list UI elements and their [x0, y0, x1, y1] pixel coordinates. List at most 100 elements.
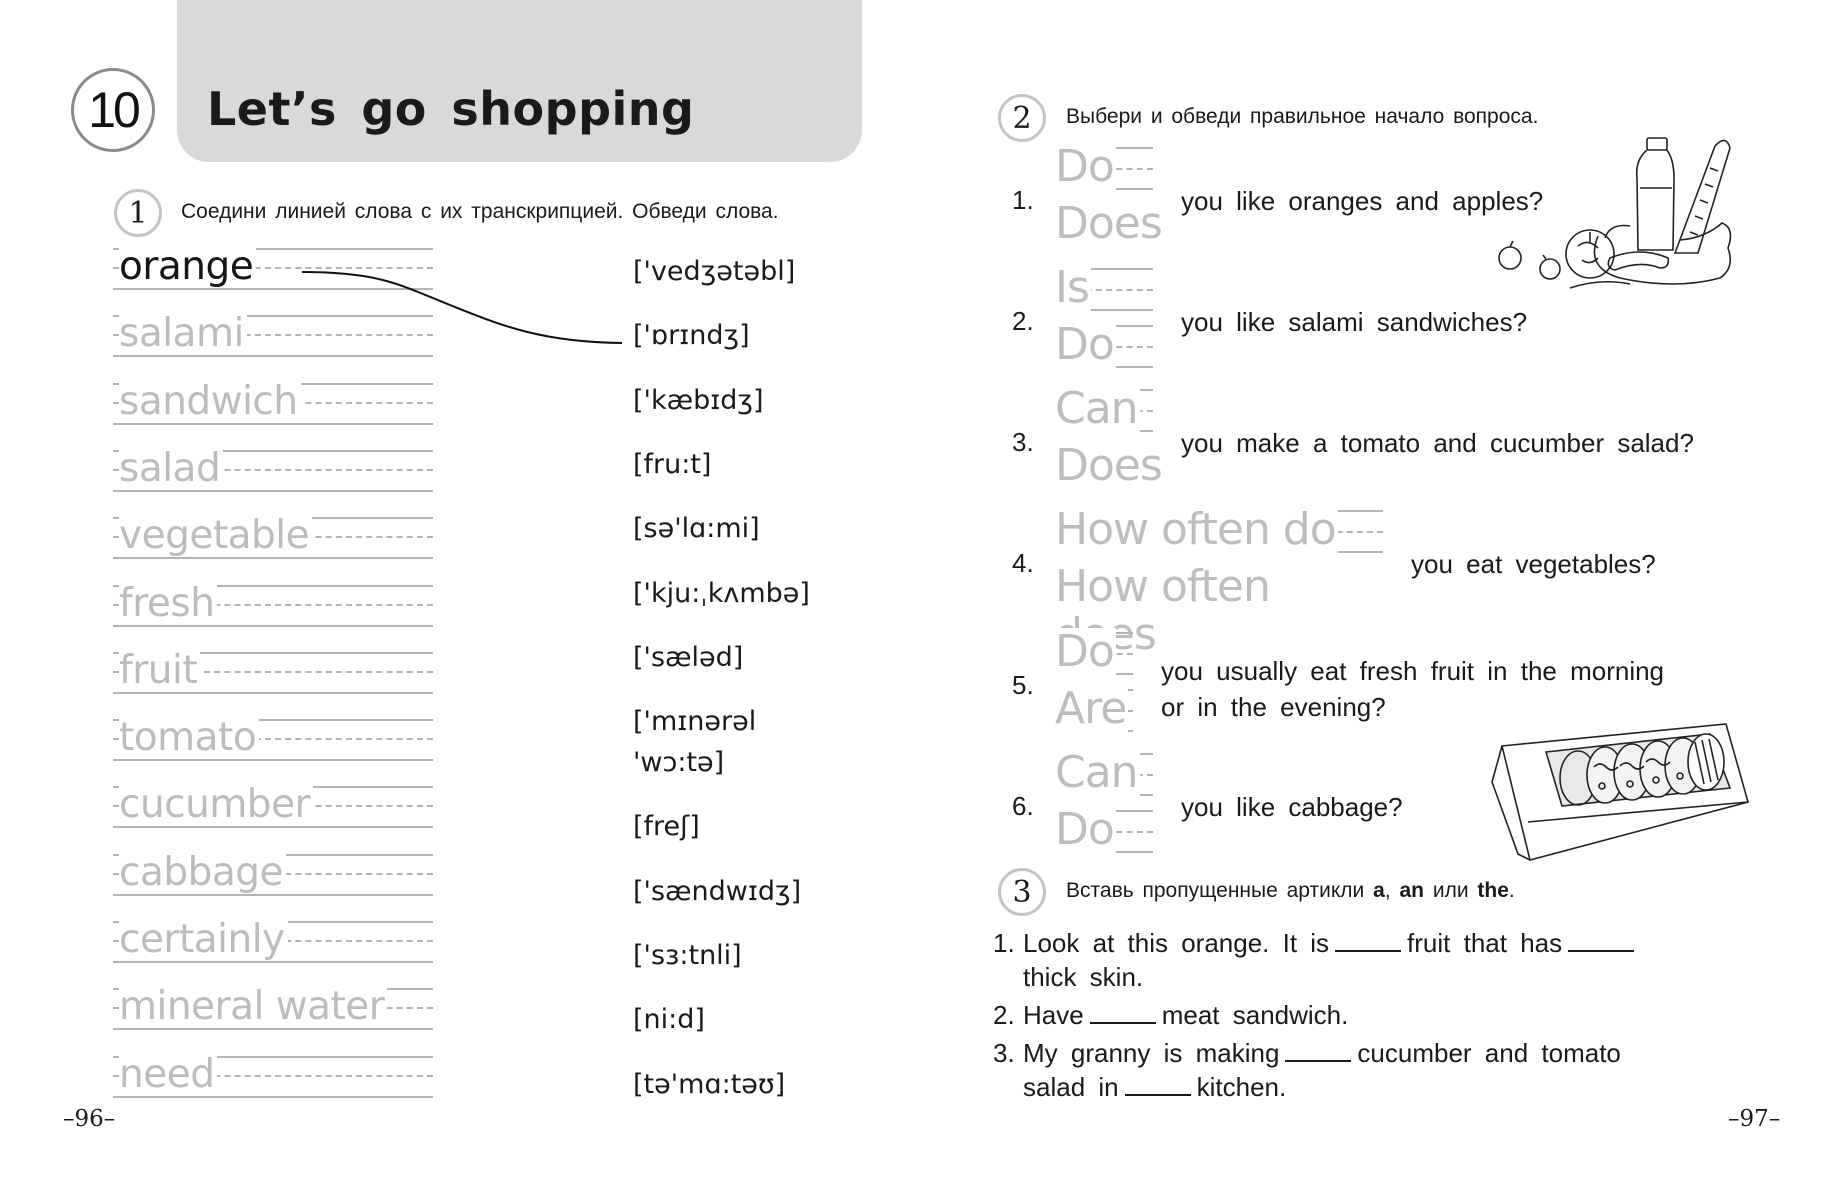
- trace-word[interactable]: fruit: [119, 649, 201, 692]
- question-text: you like salami sandwiches?: [1181, 307, 1528, 337]
- question-text: you like cabbage?: [1181, 792, 1403, 822]
- answer-blank[interactable]: [1568, 932, 1635, 952]
- trace-word[interactable]: salad: [119, 447, 224, 490]
- word-row[interactable]: tomato: [113, 717, 433, 762]
- answer-blank[interactable]: [1285, 1042, 1352, 1062]
- shopping-bag-illustration: [1498, 137, 1732, 289]
- trace-word[interactable]: cucumber: [119, 784, 314, 827]
- option-word[interactable]: Do: [1055, 628, 1116, 676]
- transcription[interactable]: [sə'lɑ:mi]: [633, 509, 760, 549]
- exercise-3-badge: 3: [998, 868, 1046, 916]
- item-number: 2.: [993, 1000, 1015, 1030]
- answer-option[interactable]: Are: [1055, 685, 1133, 733]
- separator: ,: [1384, 879, 1400, 902]
- question-number: 3.: [1012, 427, 1034, 457]
- trace-word[interactable]: tomato: [119, 717, 260, 760]
- option-word[interactable]: Can: [1055, 749, 1140, 797]
- option-word[interactable]: Does: [1055, 442, 1164, 490]
- transcription[interactable]: ['sɜ:tnli]: [633, 936, 742, 976]
- transcription[interactable]: [freʃ]: [633, 807, 700, 847]
- answer-option[interactable]: Is: [1055, 264, 1153, 312]
- item-text: fruit that has: [1407, 928, 1563, 958]
- trace-word[interactable]: need: [119, 1053, 218, 1096]
- option-word[interactable]: Is: [1055, 264, 1091, 312]
- transcription[interactable]: 'wɔ:tə]: [633, 743, 724, 783]
- answer-option[interactable]: Can: [1055, 385, 1153, 433]
- word-row[interactable]: fresh: [113, 582, 433, 627]
- item-text: Look at this orange. It is: [1023, 928, 1330, 958]
- answer-option[interactable]: Do: [1055, 806, 1153, 854]
- transcription[interactable]: [tə'mɑ:təʊ]: [633, 1065, 785, 1105]
- word-row[interactable]: salad: [113, 447, 433, 492]
- question-number: 5.: [1012, 670, 1034, 700]
- item-number: 1.: [993, 928, 1015, 958]
- trace-word[interactable]: fresh: [119, 582, 218, 625]
- question-number: 1.: [1012, 185, 1034, 215]
- item-text-continued: kitchen.: [1196, 1072, 1287, 1102]
- answer-option[interactable]: How often do: [1055, 506, 1383, 554]
- question-number: 4.: [1012, 548, 1034, 578]
- separator: .: [1508, 879, 1515, 902]
- answer-blank[interactable]: [1089, 1004, 1156, 1024]
- answer-option[interactable]: Do: [1055, 143, 1153, 191]
- word-row[interactable]: certainly: [113, 919, 433, 963]
- orange-to-transcription-line: [301, 271, 623, 344]
- answer-option[interactable]: Can: [1055, 749, 1153, 797]
- word-row[interactable]: fruit: [113, 649, 433, 694]
- option-word[interactable]: Are: [1055, 685, 1129, 733]
- word-row[interactable]: cabbage: [113, 851, 433, 896]
- item-text: meat sandwich.: [1161, 1000, 1349, 1030]
- word-row[interactable]: need: [113, 1053, 433, 1098]
- instruction-text: Вставь пропущенные артикли: [1066, 879, 1374, 902]
- trace-word[interactable]: cabbage: [119, 851, 287, 894]
- word-row[interactable]: vegetable: [113, 515, 433, 560]
- exercise-2-number: 2: [1012, 100, 1032, 136]
- answer-option[interactable]: Do: [1055, 321, 1153, 369]
- article-a: a: [1373, 879, 1385, 902]
- item-text-continued: thick skin.: [1023, 962, 1144, 992]
- item-text-continued: salad in: [1023, 1072, 1119, 1102]
- trace-word[interactable]: mineral water: [119, 986, 388, 1029]
- answer-option[interactable]: Do: [1055, 628, 1133, 676]
- page-number-left: –96–: [63, 1106, 116, 1132]
- item-text: My granny is making: [1023, 1038, 1280, 1068]
- option-word[interactable]: How often do: [1055, 506, 1338, 554]
- transcription[interactable]: ['sændwɪdʒ]: [633, 872, 801, 912]
- transcription[interactable]: ['kju:ˌkʌmbə]: [633, 574, 810, 614]
- option-word[interactable]: Can: [1055, 385, 1140, 433]
- question-number: 6.: [1012, 791, 1034, 821]
- exercise-2-instruction: Выбери и обведи правильное начало вопрос…: [1066, 105, 1539, 128]
- answer-blank[interactable]: [1335, 932, 1402, 952]
- word-row[interactable]: mineral water: [113, 986, 433, 1031]
- transcription[interactable]: ['sæləd]: [633, 638, 743, 678]
- option-word[interactable]: Do: [1055, 143, 1116, 191]
- answer-option[interactable]: Does: [1055, 442, 1164, 490]
- option-word[interactable]: Do: [1055, 321, 1116, 369]
- question-text: you like oranges and apples?: [1181, 186, 1544, 216]
- transcription[interactable]: ['mɪnərəl: [633, 702, 756, 742]
- option-word[interactable]: Do: [1055, 806, 1116, 854]
- answer-blank[interactable]: [1124, 1076, 1191, 1096]
- question-text: you make a tomato and cucumber salad?: [1181, 428, 1694, 458]
- trace-word[interactable]: certainly: [119, 919, 288, 961]
- option-word[interactable]: Does: [1055, 200, 1164, 248]
- page-number-right: –97–: [1728, 1106, 1781, 1132]
- trace-word[interactable]: vegetable: [119, 515, 313, 558]
- exercise-3-number: 3: [1012, 874, 1032, 910]
- transcription[interactable]: [fru:t]: [633, 445, 711, 485]
- article-an: an: [1399, 879, 1424, 902]
- question-text-continued: or in the evening?: [1161, 692, 1386, 722]
- article-item-1: 1. Look at this orange. It is fruit that h…: [993, 926, 1723, 994]
- answer-option[interactable]: Does: [1055, 200, 1164, 248]
- question-number: 2.: [1012, 306, 1034, 336]
- answer-option[interactable]: How often does: [1055, 563, 1383, 659]
- item-text: cucumber and tomato: [1357, 1038, 1621, 1068]
- transcription[interactable]: [ni:d]: [633, 1000, 705, 1040]
- article-item-3: 3. My granny is making cucumber and tomato…: [993, 1036, 1723, 1104]
- separator: или: [1424, 879, 1478, 902]
- item-number: 3.: [993, 1038, 1015, 1068]
- word-row[interactable]: cucumber: [113, 784, 433, 829]
- question-text: you usually eat fresh fruit in the morni…: [1161, 656, 1665, 686]
- exercise-3-instruction: Вставь пропущенные артикли a, an или the…: [1066, 879, 1515, 903]
- question-text: you eat vegetables?: [1411, 549, 1656, 579]
